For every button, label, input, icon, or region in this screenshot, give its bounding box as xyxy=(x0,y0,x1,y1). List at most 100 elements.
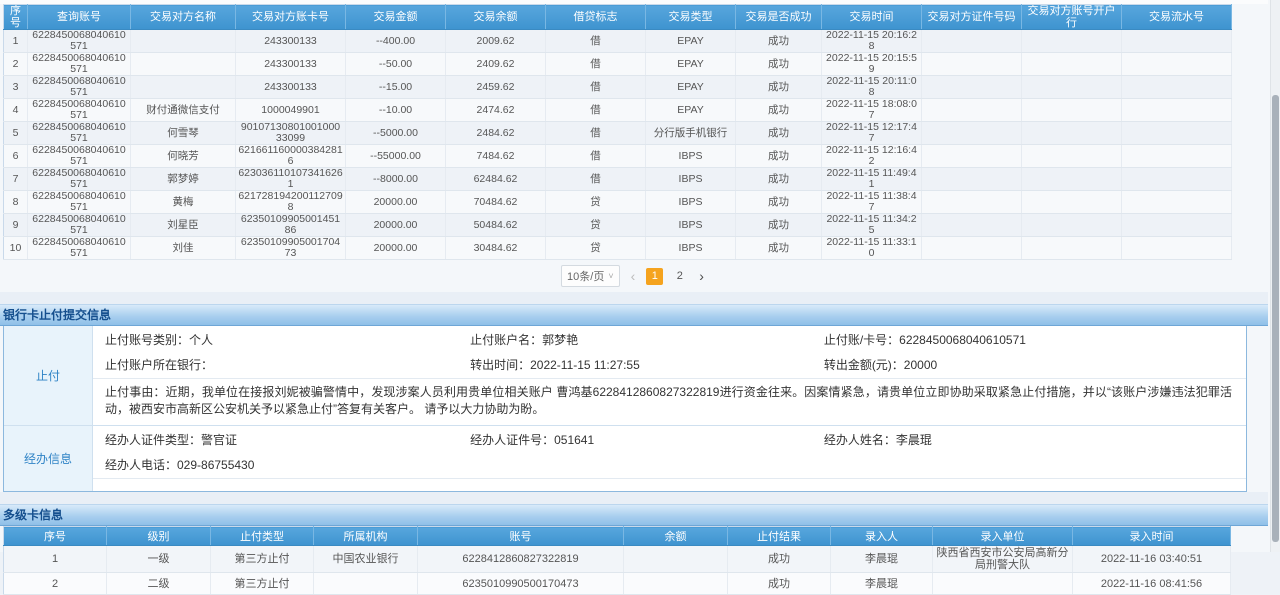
agent-fields-line1: 经办人证件类型：警官证经办人证件号：051641经办人姓名：李晨琨 xyxy=(93,426,1246,451)
cell: 2022-11-15 20:16:28 xyxy=(822,30,922,53)
next-page-button[interactable]: › xyxy=(696,269,707,283)
table-row: 96228450068040610571刘星臣62350109905001451… xyxy=(4,214,1232,237)
cell: 6217281942001127098 xyxy=(236,191,346,214)
cell: 2022-11-15 11:38:47 xyxy=(822,191,922,214)
column-header: 交易金额 xyxy=(346,5,446,30)
table-row: 56228450068040610571何雪琴90107130801001000… xyxy=(4,122,1232,145)
column-header: 录入时间 xyxy=(1073,527,1231,546)
cell xyxy=(1122,168,1232,191)
multi-card-table: 序号级别止付类型所属机构账号余额止付结果录入人录入单位录入时间1一级第三方止付中… xyxy=(3,526,1231,595)
cell: 3 xyxy=(4,76,28,99)
cell: 6235010990500170473 xyxy=(236,237,346,260)
cell: 贷 xyxy=(546,191,646,214)
cell: 6228450068040610571 xyxy=(28,99,131,122)
column-header: 交易对方账卡号 xyxy=(236,5,346,30)
cell: EPAY xyxy=(646,30,736,53)
cell: IBPS xyxy=(646,168,736,191)
cell: 62484.62 xyxy=(446,168,546,191)
cell: 借 xyxy=(546,76,646,99)
cell xyxy=(131,53,236,76)
header-row: 序号查询账号交易对方名称交易对方账卡号交易金额交易余额借贷标志交易类型交易是否成… xyxy=(4,5,1232,30)
empty-strip xyxy=(93,478,1246,491)
stop-payment-reason: 止付事由：近期，我单位在接报刘妮被骗警情中，发现涉案人员利用贵单位相关账户 曹鸿… xyxy=(93,379,1246,425)
cell: 6228450068040610571 xyxy=(28,168,131,191)
cell xyxy=(624,573,728,595)
cell: 1000049901 xyxy=(236,99,346,122)
cell xyxy=(1122,53,1232,76)
cell: 6228450068040610571 xyxy=(28,214,131,237)
cell: 黄梅 xyxy=(131,191,236,214)
column-header: 余额 xyxy=(624,527,728,546)
cell: 成功 xyxy=(728,546,831,573)
page-size-select[interactable]: 10条/页 ˅ xyxy=(561,265,620,287)
cell xyxy=(1122,122,1232,145)
column-header: 交易对方名称 xyxy=(131,5,236,30)
cell: 2022-11-15 11:49:41 xyxy=(822,168,922,191)
cell: 贷 xyxy=(546,214,646,237)
stop-payment-fields-line1: 止付账号类别：个人止付账户名：郭梦艳止付账/卡号：622845006804061… xyxy=(93,326,1246,351)
cell: 第三方止付 xyxy=(211,573,314,595)
cell: 6228450068040610571 xyxy=(28,30,131,53)
cell xyxy=(1022,191,1122,214)
cell xyxy=(922,76,1022,99)
cell xyxy=(1022,76,1122,99)
cell: 借 xyxy=(546,99,646,122)
column-header: 序号 xyxy=(4,527,107,546)
vertical-scrollbar[interactable] xyxy=(1270,0,1280,552)
cell: --5000.00 xyxy=(346,122,446,145)
page-size-label: 10条/页 xyxy=(567,268,604,284)
cell: IBPS xyxy=(646,237,736,260)
cell: 分行版手机银行 xyxy=(646,122,736,145)
cell: 李晨琨 xyxy=(831,573,933,595)
cell: 6228450068040610571 xyxy=(28,191,131,214)
cell: 2022-11-15 20:15:59 xyxy=(822,53,922,76)
cell: 2409.62 xyxy=(446,53,546,76)
info-field: 止付账号类别：个人 xyxy=(105,331,470,348)
column-header: 交易时间 xyxy=(822,5,922,30)
table-row: 36228450068040610571243300133--15.002459… xyxy=(4,76,1232,99)
section-title-text: 多级卡信息 xyxy=(3,508,63,522)
cell: 刘星臣 xyxy=(131,214,236,237)
page-button-1[interactable]: 1 xyxy=(646,268,663,285)
cell: 成功 xyxy=(736,191,822,214)
cell: 2022-11-16 08:41:56 xyxy=(1073,573,1231,595)
cell xyxy=(922,237,1022,260)
cell: 2459.62 xyxy=(446,76,546,99)
cell: 成功 xyxy=(736,168,822,191)
cell: 借 xyxy=(546,53,646,76)
cell: 1 xyxy=(4,546,107,573)
cell: 2022-11-16 03:40:51 xyxy=(1073,546,1231,573)
stop-payment-group-label: 止付 xyxy=(4,326,93,425)
cell: 借 xyxy=(546,145,646,168)
cell xyxy=(131,30,236,53)
column-header: 级别 xyxy=(107,527,211,546)
scrollbar-thumb[interactable] xyxy=(1272,95,1279,542)
cell xyxy=(1122,191,1232,214)
content-area: 序号查询账号交易对方名称交易对方账卡号交易金额交易余额借贷标志交易类型交易是否成… xyxy=(0,0,1268,552)
table-row: 1一级第三方止付中国农业银行6228412860827322819成功李晨琨陕西… xyxy=(4,546,1231,573)
cell xyxy=(1122,99,1232,122)
table-row: 46228450068040610571财付通微信支付1000049901--1… xyxy=(4,99,1232,122)
column-header: 交易对方证件号码 xyxy=(922,5,1022,30)
prev-page-button[interactable]: ‹ xyxy=(628,269,639,283)
page-button-2[interactable]: 2 xyxy=(671,268,688,285)
table-row: 2二级第三方止付6235010990500170473成功李晨琨2022-11-… xyxy=(4,573,1231,595)
cell: 6228412860827322819 xyxy=(418,546,624,573)
cell: 成功 xyxy=(736,99,822,122)
section-title-text: 银行卡止付提交信息 xyxy=(3,308,111,322)
cell xyxy=(1022,122,1122,145)
cell: 2022-11-15 20:11:08 xyxy=(822,76,922,99)
cell xyxy=(1122,214,1232,237)
cell: 成功 xyxy=(736,53,822,76)
cell: 4 xyxy=(4,99,28,122)
cell xyxy=(922,145,1022,168)
cell: --8000.00 xyxy=(346,168,446,191)
cell: 2022-11-15 18:08:07 xyxy=(822,99,922,122)
cell xyxy=(131,76,236,99)
pagination: 10条/页 ˅ ‹ 1 2 › xyxy=(0,260,1268,292)
section-gap xyxy=(0,292,1268,304)
cell: --50.00 xyxy=(346,53,446,76)
cell xyxy=(314,573,418,595)
cell: 第三方止付 xyxy=(211,546,314,573)
cell: 一级 xyxy=(107,546,211,573)
